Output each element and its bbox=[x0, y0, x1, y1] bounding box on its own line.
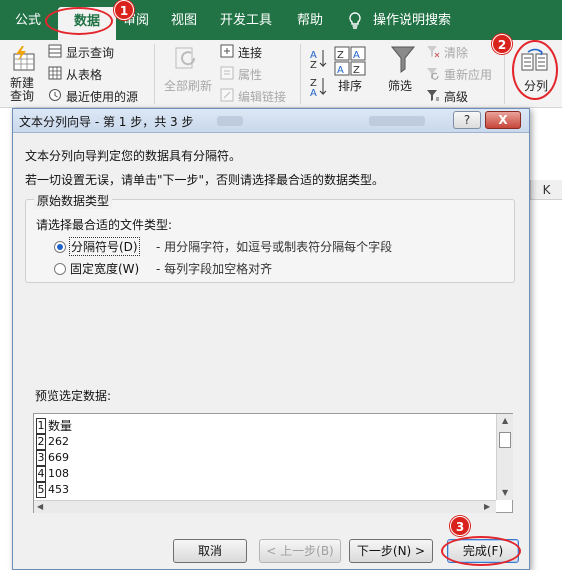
text-to-columns-wizard-dialog: 文本分列向导 - 第 1 步，共 3 步 ? X 文本分列向导判定您的数据具有分… bbox=[12, 108, 530, 570]
show-query-icon bbox=[48, 44, 62, 58]
svg-text:Z: Z bbox=[337, 50, 344, 61]
fixed-width-description: - 每列字段加空格对齐 bbox=[156, 262, 273, 276]
tab-help[interactable]: 帮助 bbox=[290, 8, 330, 34]
svg-text:A: A bbox=[337, 65, 344, 76]
preview-row-number: 1 bbox=[36, 418, 46, 434]
ribbon-separator bbox=[154, 44, 155, 104]
data-preview-box: 1 数量 2 262 3 669 4 108 5 453 ▲ ▼ ◀ ▶ bbox=[33, 413, 513, 513]
cancel-button[interactable]: 取消 bbox=[173, 539, 247, 563]
fixed-width-label[interactable]: 固定宽度(W) bbox=[70, 260, 139, 277]
new-query-icon bbox=[13, 46, 35, 71]
scroll-down-arrow-icon[interactable]: ▼ bbox=[502, 488, 508, 497]
preview-row-number: 2 bbox=[36, 434, 46, 450]
finish-highlight-ring bbox=[441, 536, 521, 566]
tab-developer[interactable]: 开发工具 bbox=[214, 8, 278, 34]
preview-label: 预览选定数据: bbox=[35, 389, 112, 403]
group-prompt: 请选择最合适的文件类型: bbox=[36, 218, 173, 232]
recent-sources-icon bbox=[49, 89, 61, 101]
show-query-button[interactable]: 显示查询 bbox=[66, 44, 114, 61]
tab-formulas[interactable]: 公式 bbox=[8, 8, 48, 34]
scrollbar-thumb[interactable] bbox=[499, 432, 511, 448]
ribbon-separator bbox=[300, 44, 301, 104]
preview-vertical-scrollbar[interactable]: ▲ ▼ bbox=[496, 414, 513, 500]
advanced-button[interactable]: 高级 bbox=[444, 88, 468, 105]
scroll-up-arrow-icon[interactable]: ▲ bbox=[502, 416, 508, 425]
new-query-button[interactable]: 新建 查询 bbox=[10, 77, 34, 103]
tab-view[interactable]: 视图 bbox=[164, 8, 204, 34]
preview-row-number: 4 bbox=[36, 466, 46, 482]
refresh-all-icon bbox=[175, 47, 196, 69]
svg-text:A: A bbox=[310, 88, 317, 99]
from-table-icon bbox=[48, 66, 62, 80]
recent-sources-button[interactable]: 最近使用的源 bbox=[66, 88, 138, 105]
preview-cell: 数量 bbox=[48, 419, 73, 433]
step-badge-2: 2 bbox=[492, 34, 512, 54]
split-highlight-ring bbox=[512, 40, 558, 100]
svg-text:A: A bbox=[353, 50, 360, 61]
edit-links-icon bbox=[220, 88, 234, 102]
sort-button[interactable]: 排序 bbox=[338, 77, 362, 94]
svg-text:Z: Z bbox=[353, 65, 360, 76]
blurred-title-region bbox=[369, 116, 425, 126]
preview-horizontal-scrollbar[interactable]: ◀ ▶ bbox=[34, 500, 496, 513]
delimited-description: - 用分隔字符，如逗号或制表符分隔每个字段 bbox=[156, 240, 393, 254]
scroll-right-arrow-icon[interactable]: ▶ bbox=[484, 502, 490, 511]
connections-button[interactable]: 连接 bbox=[238, 44, 262, 61]
refresh-all-button[interactable]: 全部刷新 bbox=[164, 77, 212, 94]
edit-links-button[interactable]: 编辑链接 bbox=[238, 88, 286, 105]
filter-button[interactable]: 筛选 bbox=[388, 77, 412, 94]
reapply-icon bbox=[427, 68, 439, 80]
ribbon-panel: 新建 查询 显示查询 从表格 最近使用的源 全部刷新 连接 属性 编辑链接 A … bbox=[0, 40, 562, 108]
column-header-k[interactable]: K bbox=[530, 180, 562, 200]
preview-cell: 669 bbox=[48, 451, 69, 464]
filter-funnel-icon bbox=[390, 46, 416, 73]
lightbulb-icon bbox=[349, 12, 361, 29]
properties-icon bbox=[220, 66, 234, 80]
properties-button[interactable]: 属性 bbox=[238, 66, 262, 83]
step-badge-3: 3 bbox=[450, 516, 470, 536]
help-button[interactable]: ? bbox=[453, 111, 481, 129]
clear-button[interactable]: 清除 bbox=[444, 44, 468, 61]
tell-me-search[interactable]: 操作说明搜索 bbox=[370, 8, 454, 34]
original-data-type-group: 原始数据类型 请选择最合适的文件类型: 分隔符号(D) - 用分隔字符，如逗号或… bbox=[25, 192, 515, 283]
delimited-label[interactable]: 分隔符号(D) bbox=[69, 237, 140, 256]
step-badge-1: 1 bbox=[114, 0, 134, 20]
back-button[interactable]: < 上一步(B) bbox=[259, 539, 341, 563]
new-query-label-2: 查询 bbox=[10, 89, 35, 103]
wizard-intro-text: 文本分列向导判定您的数据具有分隔符。 bbox=[25, 149, 242, 163]
next-button[interactable]: 下一步(N) > bbox=[349, 539, 433, 563]
scroll-left-arrow-icon[interactable]: ◀ bbox=[37, 502, 43, 511]
from-table-button[interactable]: 从表格 bbox=[66, 66, 102, 83]
wizard-instruction-text: 若一切设置无误，请单击"下一步"，否则请选择最合适的数据类型。 bbox=[25, 173, 385, 187]
connections-icon bbox=[220, 44, 234, 58]
new-query-label-1: 新建 bbox=[10, 76, 35, 90]
delimited-radio[interactable] bbox=[54, 241, 66, 253]
dialog-title: 文本分列向导 - 第 1 步，共 3 步 bbox=[19, 115, 194, 129]
close-button[interactable]: X bbox=[485, 111, 521, 129]
preview-cell: 108 bbox=[48, 467, 69, 480]
preview-row-number: 3 bbox=[36, 450, 46, 466]
blurred-title-region bbox=[217, 116, 243, 126]
preview-row-number: 5 bbox=[36, 482, 46, 498]
tab-data-highlight-ring bbox=[45, 7, 113, 35]
advanced-filter-icon bbox=[427, 90, 439, 101]
clear-filter-icon bbox=[427, 46, 440, 58]
reapply-button[interactable]: 重新应用 bbox=[444, 66, 492, 83]
group-title: 原始数据类型 bbox=[34, 192, 113, 209]
svg-text:Z: Z bbox=[310, 60, 317, 71]
fixed-width-radio[interactable] bbox=[54, 263, 66, 275]
preview-cell: 262 bbox=[48, 435, 69, 448]
dialog-title-bar[interactable]: 文本分列向导 - 第 1 步，共 3 步 ? X bbox=[13, 109, 529, 133]
sort-ascending-icon: A Z Z A bbox=[310, 50, 327, 99]
sort-dialog-icon: Z A A Z bbox=[334, 46, 366, 76]
preview-cell: 453 bbox=[48, 483, 69, 496]
